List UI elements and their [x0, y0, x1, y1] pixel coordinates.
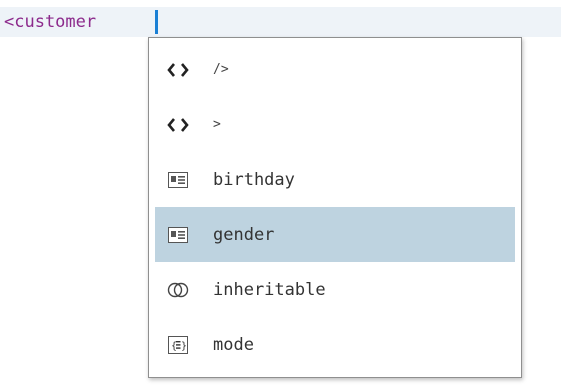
- completion-item-label: />: [213, 62, 229, 77]
- element-icon: [165, 222, 191, 248]
- completion-item-mode[interactable]: { } mode: [155, 317, 515, 372]
- code-line-text: <customer: [4, 12, 107, 32]
- current-line[interactable]: <customer: [0, 7, 561, 37]
- text-caret: [155, 10, 158, 34]
- element-icon: [165, 167, 191, 193]
- completion-item-gender[interactable]: gender: [155, 207, 515, 262]
- tag-icon: [165, 112, 191, 138]
- enum-icon: { }: [165, 332, 191, 358]
- completion-item-label: >: [213, 117, 221, 132]
- code-editor[interactable]: <customer /> > birthday gender inheritab…: [0, 0, 561, 385]
- completion-item-label: gender: [213, 224, 275, 245]
- completion-item-close[interactable]: >: [155, 97, 515, 152]
- completion-item-label: mode: [213, 334, 254, 355]
- svg-text:{: {: [171, 341, 177, 352]
- completion-item-inheritable[interactable]: inheritable: [155, 262, 515, 317]
- completion-item-self-close[interactable]: />: [155, 42, 515, 97]
- attribute-icon: [165, 277, 191, 303]
- completion-item-birthday[interactable]: birthday: [155, 152, 515, 207]
- completion-item-label: inheritable: [213, 279, 326, 300]
- tag-icon: [165, 57, 191, 83]
- completion-item-label: birthday: [213, 169, 295, 190]
- completion-popup[interactable]: /> > birthday gender inheritable {} mod…: [148, 37, 522, 378]
- svg-text:}: }: [181, 341, 187, 352]
